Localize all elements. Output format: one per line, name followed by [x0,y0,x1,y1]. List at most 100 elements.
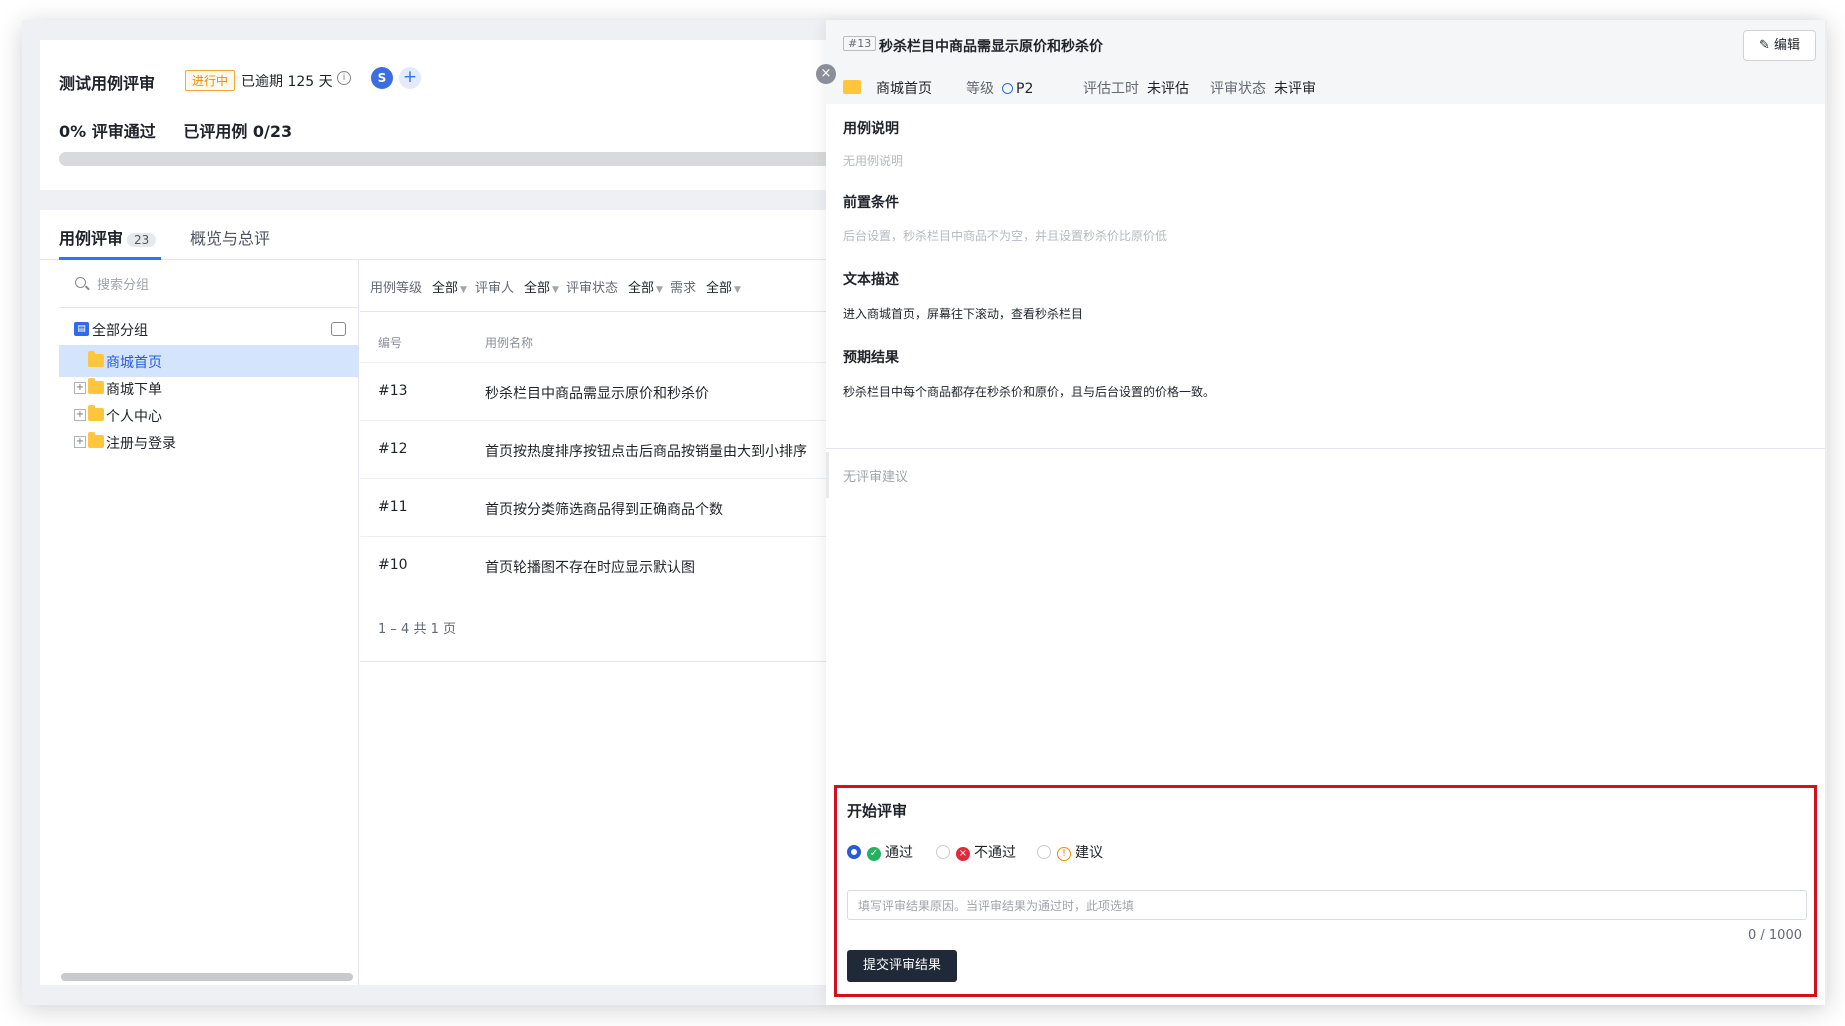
folder-icon [88,432,104,448]
tree-root[interactable]: ▤ 全部分组 [59,313,359,345]
case-level: 等级 P2 [966,81,1034,97]
expand-icon[interactable]: + [74,436,86,448]
sync-icon[interactable] [331,322,346,336]
radio-button[interactable] [936,845,950,859]
group-search[interactable]: 搜索分组 [59,260,359,308]
edit-button-label: 编辑 [1774,38,1801,53]
suggestion-rule [826,452,829,498]
case-estimate: 评估工时 未评估 [1083,81,1189,97]
info-icon[interactable]: i [337,71,351,85]
row-id: #13 [378,383,408,399]
row-name: 首页按热度排序按钮点击后商品按销量由大到小排序 [485,444,807,460]
section-title-expected: 预期结果 [843,350,899,366]
filter-requirement[interactable]: 需求 全部 ▼ [670,277,741,296]
page-title: 测试用例评审 [59,74,156,93]
expand-icon[interactable]: + [74,382,86,394]
add-reviewer-button[interactable]: + [399,67,421,89]
no-suggestion-text: 无评审建议 [843,470,909,485]
horizontal-scrollbar[interactable] [61,973,353,981]
case-title: 秒杀栏目中商品需显示原价和秒杀价 [879,39,1103,55]
case-table: 编号 用例名称 #13 秒杀栏目中商品需显示原价和秒杀价 #12 首页按热度排序… [360,312,850,662]
filter-bar: 用例等级 全部 ▼ 评审人 全部 ▼ 评审状态 全部 ▼ 需求 全部 ▼ [360,260,850,312]
tab-bar: 用例评审 23 概览与总评 [40,210,850,260]
folder-icon [88,405,104,421]
search-icon [75,277,86,288]
column-header-name: 用例名称 [485,336,534,350]
review-stats: 0% 评审通过 已评用例 0/23 [59,118,314,142]
section-title-steps: 文本描述 [843,272,899,288]
row-name: 首页按分类筛选商品得到正确商品个数 [485,502,723,518]
section-body-description: 无用例说明 [843,154,904,168]
radio-label: 通过 [885,845,913,861]
sidebar-item-label: 商城下单 [106,382,162,398]
row-id: #10 [378,557,408,573]
folder-icon [843,80,861,94]
review-form: 开始评审 ✓ 通过 × 不通过 ! 建议 填写评审结果原因。当评审结果为通过时，此项选… [834,785,1817,997]
tab-overview[interactable]: 概览与总评 [190,225,270,249]
overdue-text: 已逾期 125 天 [241,74,333,90]
sidebar-item-login[interactable]: + 注册与登录 [59,426,359,458]
group-root-icon: ▤ [74,322,89,336]
group-sidebar: 搜索分组 ▤ 全部分组 商城首页 + 商城下单 + 个人中心 + 注册与登录 [59,260,359,985]
case-id-tag: #13 [843,36,877,51]
table-row[interactable]: #13 秒杀栏目中商品需显示原价和秒杀价 [360,362,850,420]
x-circle-icon: × [956,847,970,861]
tree-root-label: 全部分组 [92,323,148,339]
filter-reviewer[interactable]: 评审人 全部 ▼ [475,277,559,296]
radio-suggest[interactable]: ! 建议 [1037,842,1103,862]
search-input[interactable]: 搜索分组 [97,274,149,293]
table-row[interactable]: #11 首页按分类筛选商品得到正确商品个数 [360,478,850,536]
review-progress-bar [59,152,859,166]
radio-button[interactable] [847,845,861,859]
avatar[interactable]: S [371,67,393,89]
submit-review-button[interactable]: 提交评审结果 [847,950,957,982]
tab-count-badge: 23 [127,233,157,247]
sidebar-item-label: 商城首页 [106,355,162,371]
reviewed-count: 已评用例 0/23 [183,122,293,141]
section-body-steps: 进入商城首页，屏幕往下滚动，查看秒杀栏目 [843,307,1084,321]
table-row[interactable]: #12 首页按热度排序按钮点击后商品按销量由大到小排序 [360,420,850,478]
case-review-status: 评审状态 未评审 [1210,81,1316,97]
tab-case-review[interactable]: 用例评审 23 [59,225,157,249]
review-reason-input[interactable]: 填写评审结果原因。当评审结果为通过时，此项选填 [847,890,1807,920]
edit-button[interactable]: ✎ 编辑 [1743,30,1816,61]
pass-rate: 0% 评审通过 [59,122,156,141]
row-id: #11 [378,499,408,515]
folder-icon [88,378,104,394]
folder-icon [88,351,104,367]
review-summary-card: 测试用例评审 进行中 已逾期 125 天 i S + 0% 评审通过 已评用例 … [40,40,859,190]
tab-label: 用例评审 [59,229,124,248]
case-detail-drawer: #13 秒杀栏目中商品需显示原价和秒杀价 ✎ 编辑 商城首页 等级 P2 评估工时… [826,20,1825,1005]
pencil-icon: ✎ [1758,38,1770,53]
row-name: 秒杀栏目中商品需显示原价和秒杀价 [485,386,709,402]
sidebar-item-label: 个人中心 [106,409,162,425]
filter-review-status[interactable]: 评审状态 全部 ▼ [566,277,663,296]
row-id: #12 [378,441,408,457]
divider [826,448,1825,449]
section-body-expected: 秒杀栏目中每个商品都存在秒杀价和原价，且与后台设置的价格一致。 [843,385,1216,399]
section-body-precondition: 后台设置，秒杀栏目中商品不为空，并且设置秒杀价比原价低 [843,229,1168,243]
review-form-title: 开始评审 [847,802,908,820]
radio-label: 建议 [1075,845,1103,861]
char-counter: 0 / 1000 [1748,928,1802,943]
priority-icon [1002,83,1013,94]
close-drawer-icon[interactable]: × [816,64,836,84]
section-title-description: 用例说明 [843,121,899,137]
status-badge: 进行中 [185,70,236,91]
sidebar-item-label: 注册与登录 [106,436,176,452]
pagination: 1 – 4 共 1 页 [378,622,456,637]
expand-icon[interactable]: + [74,409,86,421]
radio-pass[interactable]: ✓ 通过 [847,842,913,862]
case-group: 商城首页 [876,81,932,97]
check-circle-icon: ✓ [867,847,881,861]
row-name: 首页轮播图不存在时应显示默认图 [485,560,695,576]
main-panel: 用例评审 23 概览与总评 搜索分组 ▤ 全部分组 商城首页 + 商城下单 + … [40,210,850,985]
radio-button[interactable] [1037,845,1051,859]
drawer-header: #13 秒杀栏目中商品需显示原价和秒杀价 ✎ 编辑 商城首页 等级 P2 评估工时… [826,20,1825,104]
filter-level[interactable]: 用例等级 全部 ▼ [370,277,467,296]
table-row[interactable]: #10 首页轮播图不存在时应显示默认图 [360,536,850,594]
warning-circle-icon: ! [1057,847,1071,861]
column-header-id: 编号 [378,336,403,350]
radio-fail[interactable]: × 不通过 [936,842,1016,862]
section-title-precondition: 前置条件 [843,195,899,211]
